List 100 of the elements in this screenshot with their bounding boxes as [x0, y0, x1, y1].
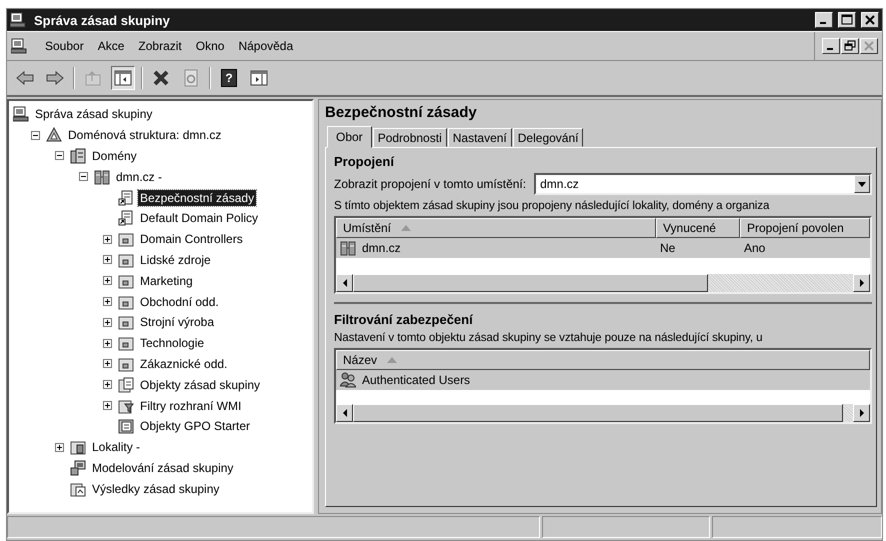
- tree-item[interactable]: Marketing: [138, 272, 195, 289]
- document-folder-icon: [118, 376, 134, 393]
- max-icon: [839, 13, 855, 27]
- users-icon: [340, 372, 356, 388]
- menu-item[interactable]: Akce: [98, 39, 124, 53]
- document-shortcut-icon: [118, 190, 134, 206]
- location-dropdown[interactable]: dmn.cz: [534, 173, 872, 195]
- tree-item[interactable]: Bezpečnostní zásady: [138, 190, 256, 206]
- back-arrow-icon: [16, 69, 34, 87]
- expand-icon[interactable]: [103, 359, 112, 368]
- tree-item[interactable]: Technologie: [138, 335, 206, 352]
- maximize-button[interactable]: [838, 12, 856, 28]
- left-arrow-icon: [340, 409, 348, 417]
- sort-arrow-icon: [387, 357, 398, 363]
- tree-item[interactable]: Doménová struktura: dmn.cz: [66, 127, 224, 144]
- tree-item[interactable]: Filtry rozhraní WMI: [138, 398, 244, 414]
- details-title: Bezpečnostní zásady: [325, 104, 478, 121]
- horizontal-scrollbar[interactable]: [336, 274, 870, 292]
- tree-item[interactable]: Default Domain Policy: [138, 210, 260, 226]
- description-text: Nastavení v tomto objektu zásad skupiny se vztahuje pouze na následující skupiny, u: [334, 331, 764, 344]
- console-icon: [10, 12, 26, 28]
- tree-item[interactable]: Domain Controllers: [138, 231, 245, 248]
- tree-item[interactable]: Modelování zásad skupiny: [90, 460, 236, 476]
- expand-icon[interactable]: [103, 276, 112, 286]
- tree-item[interactable]: Obchodní odd.: [138, 294, 221, 310]
- folder-icon: [70, 439, 86, 456]
- restore-icon: [842, 39, 858, 53]
- minimize-button[interactable]: [815, 12, 833, 28]
- tree-item[interactable]: Správa zásad skupiny: [33, 106, 154, 122]
- expand-icon[interactable]: [103, 380, 112, 390]
- tree-item[interactable]: Výsledky zásad skupiny: [90, 480, 222, 497]
- folder-icon: [118, 231, 134, 248]
- menu-item[interactable]: Nápověda: [238, 39, 294, 53]
- expand-icon[interactable]: [55, 442, 64, 452]
- table-cell: Ne: [660, 241, 676, 255]
- caret-icon: [858, 182, 866, 186]
- tree-item[interactable]: Lidské zdroje: [138, 252, 213, 268]
- menu-item[interactable]: Okno: [196, 39, 224, 53]
- expand-icon[interactable]: [103, 297, 112, 306]
- restore-button[interactable]: [841, 38, 859, 54]
- help-button[interactable]: ?: [221, 69, 237, 87]
- minimize-button[interactable]: [822, 38, 840, 54]
- collapse-icon[interactable]: [79, 172, 88, 182]
- toolbar-button[interactable]: [111, 66, 135, 90]
- list-row[interactable]: Authenticated Users: [336, 370, 870, 390]
- pane-toggle-icon: [114, 69, 132, 87]
- collapse-icon[interactable]: [55, 151, 64, 160]
- tree-item[interactable]: Objekty GPO Starter: [138, 418, 252, 434]
- table-cell: Authenticated Users: [362, 373, 470, 387]
- computer-icon: [70, 460, 86, 476]
- tab[interactable]: Nastavení: [448, 128, 512, 147]
- filter-folder-icon: [118, 398, 134, 414]
- close-button[interactable]: [861, 12, 879, 28]
- column-header[interactable]: Propojení povolen: [740, 218, 870, 238]
- expand-icon[interactable]: [103, 234, 112, 244]
- tree-item[interactable]: Strojní výroba: [138, 314, 216, 330]
- folder-icon: [118, 356, 134, 372]
- table-cell: Ano: [744, 241, 766, 255]
- expand-icon[interactable]: [103, 318, 112, 327]
- console-icon: [11, 38, 27, 54]
- horizontal-scrollbar[interactable]: [336, 404, 870, 422]
- folder-icon: [118, 314, 134, 330]
- expand-icon[interactable]: [103, 338, 112, 348]
- tree-item[interactable]: Lokality -: [90, 439, 142, 456]
- tree-item[interactable]: dmn.cz -: [114, 168, 164, 185]
- tree-item[interactable]: Domény: [90, 148, 139, 164]
- triangle-icon: [46, 127, 62, 144]
- left-arrow-icon: [340, 279, 348, 287]
- right-arrow-icon: [858, 279, 866, 287]
- section-heading: Filtrování zabezpečení: [334, 312, 474, 327]
- folder-icon: [118, 272, 134, 289]
- server-group-icon: [70, 148, 86, 164]
- server-icon: [340, 240, 356, 256]
- console-icon: [13, 106, 29, 122]
- pane-toggle-icon: [250, 69, 268, 87]
- field-label: Zobrazit propojení v tomto umístění:: [334, 177, 526, 191]
- tree-item[interactable]: Objekty zásad skupiny: [138, 376, 262, 393]
- description-text: S tímto objektem zásad skupiny jsou propojeny následující lokality, domény a organiza: [334, 199, 770, 212]
- tab[interactable]: Podrobnosti: [372, 128, 447, 147]
- menu-item[interactable]: Soubor: [45, 39, 84, 53]
- tree-item[interactable]: Zákaznické odd.: [138, 356, 230, 372]
- column-header[interactable]: Název: [336, 350, 870, 370]
- column-header[interactable]: Umístění: [336, 218, 656, 238]
- delete-icon: [152, 69, 170, 87]
- column-header[interactable]: Vynucené: [656, 218, 740, 238]
- section-heading: Propojení: [334, 154, 396, 169]
- window-title: Správa zásad skupiny: [34, 12, 171, 28]
- folder-icon: [118, 294, 134, 310]
- expand-icon[interactable]: [103, 255, 112, 264]
- document-icon: [118, 418, 134, 434]
- folder-icon: [118, 252, 134, 268]
- tab[interactable]: Obor: [327, 126, 372, 148]
- close-button[interactable]: [860, 38, 878, 54]
- forward-arrow-icon: [46, 69, 64, 87]
- document-shortcut-icon: [118, 210, 134, 226]
- tab[interactable]: Delegování: [512, 128, 584, 147]
- collapse-icon[interactable]: [31, 130, 40, 140]
- expand-icon[interactable]: [103, 401, 112, 410]
- refresh-icon: [182, 69, 200, 87]
- menu-item[interactable]: Zobrazit: [138, 39, 182, 53]
